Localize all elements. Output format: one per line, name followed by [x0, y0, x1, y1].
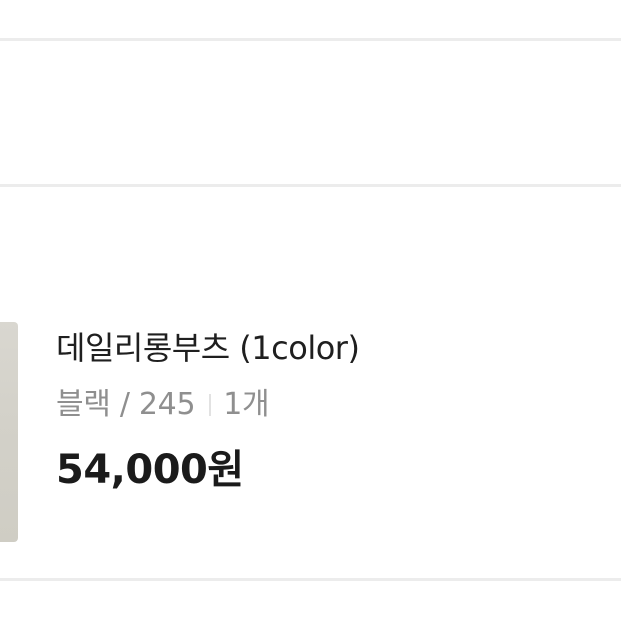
product-quantity: 1개: [223, 387, 270, 422]
product-thumbnail[interactable]: [0, 322, 18, 542]
divider-top: [0, 38, 621, 41]
divider-middle: [0, 184, 621, 187]
divider-bottom: [0, 578, 621, 581]
option-separator: [209, 394, 212, 416]
product-option-row: 블랙 / 245 1개: [56, 386, 270, 424]
product-price: 54,000원: [56, 447, 244, 493]
product-option: 블랙 / 245: [56, 387, 196, 422]
product-name[interactable]: 데일리롱부츠 (1color): [56, 328, 360, 368]
